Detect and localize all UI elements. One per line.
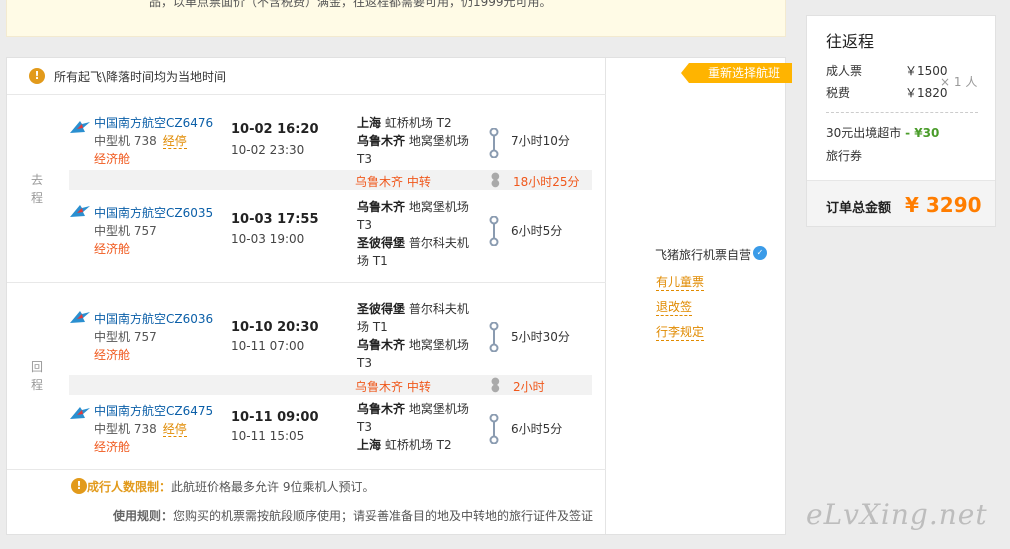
from-city: 乌鲁木齐 <box>357 200 406 214</box>
arrival-time: 10-11 15:05 <box>231 429 305 443</box>
route-info: 上海 虹桥机场 T2 乌鲁木齐 地窝堡机场 T3 <box>357 114 475 168</box>
to-city: 圣彼得堡 <box>357 236 406 250</box>
rebook-button[interactable]: 重新选择航班 <box>681 63 792 83</box>
promo-notice-text: 品，以単点票面价（不含税费）满金，往返程都需要可用，仍1999元可用。 <box>149 0 552 9</box>
return-label: 回程 <box>30 360 43 392</box>
coupon-row: 30元出境超市 - ¥30 <box>826 126 940 140</box>
to-city: 乌鲁木齐 <box>357 338 406 352</box>
cabin-class: 经济舱 <box>94 440 131 454</box>
plane-type: 中型机 738 经停 <box>94 422 187 437</box>
plane-type: 中型机 738 经停 <box>94 134 187 149</box>
arrival-time: 10-03 19:00 <box>231 232 305 246</box>
warning-icon: ! <box>29 68 45 84</box>
airline-name[interactable]: 中国南方航空CZ6476 <box>94 114 213 131</box>
transfer-wait: 18小时25分 <box>513 175 580 189</box>
route-info: 乌鲁木齐 地窝堡机场 T3 上海 虹桥机场 T2 <box>357 400 475 454</box>
transfer-city: 乌鲁木齐 中转 <box>355 175 431 189</box>
airline-name[interactable]: 中国南方航空CZ6475 <box>94 402 213 419</box>
cabin-class: 经济舱 <box>94 152 131 166</box>
airline-name[interactable]: 中国南方航空CZ6035 <box>94 204 213 221</box>
departure-time: 10-03 17:55 <box>231 212 319 227</box>
flight-duration: 6小时5分 <box>511 224 563 238</box>
child-ticket-link[interactable]: 有儿童票 <box>656 274 705 291</box>
flight-duration: 7小时10分 <box>511 134 570 148</box>
arrival-time: 10-11 07:00 <box>231 339 305 353</box>
divider <box>7 282 606 283</box>
warning-icon: ! <box>71 478 87 494</box>
departure-time: 10-11 09:00 <box>231 410 319 425</box>
watermark: eLvXing.net <box>806 498 988 531</box>
to-airport: 虹桥机场 T2 <box>384 438 452 452</box>
from-city: 上海 <box>357 116 382 130</box>
to-city: 乌鲁木齐 <box>357 134 406 148</box>
to-city: 上海 <box>357 438 382 452</box>
route-connector-icon <box>489 322 499 352</box>
route-info: 圣彼得堡 普尔科夫机场 T1 乌鲁木齐 地窝堡机场 T3 <box>357 300 475 372</box>
route-connector-icon <box>489 128 499 158</box>
from-city: 圣彼得堡 <box>357 302 406 316</box>
time-tip-bar: ! 所有起飞\降落时间均为当地时间 <box>7 58 606 95</box>
departure-time: 10-02 16:20 <box>231 122 319 137</box>
outbound-transfer: 乌鲁木齐 中转 ● ● 18小时25分 <box>69 170 592 190</box>
cabin-class: 经济舱 <box>94 242 131 256</box>
price-summary: 往返程 成人票 ￥1500 税费 ￥1820 × 1 人 30元出境超市 - ¥… <box>806 15 996 227</box>
seller-info: 飞猪旅行机票自营 ✓ <box>655 246 768 263</box>
transfer-wait: 2小时 <box>513 380 545 394</box>
from-airport: 虹桥机场 T2 <box>384 116 452 130</box>
usage-rule: 使用规则：您购买的机票需按航段顺序使用；请妥善准备目的地及中转地的旅行证件及签证 <box>113 509 594 523</box>
flight-duration: 6小时5分 <box>511 422 563 436</box>
stopover-link[interactable]: 经停 <box>162 134 187 149</box>
arrival-time: 10-02 23:30 <box>231 143 305 157</box>
transfer-dots-icon: ● ● <box>491 171 500 189</box>
total-value: ¥ 3290 <box>905 193 982 217</box>
passenger-limit: 成行人数限制：此航班价格最多允许 9位乘机人预订。 <box>87 480 375 494</box>
summary-title: 往返程 <box>826 32 875 51</box>
china-southern-logo-icon <box>70 121 90 133</box>
plane-type: 中型机 757 <box>94 330 157 344</box>
airline-name[interactable]: 中国南方航空CZ6036 <box>94 310 213 327</box>
passenger-multiplier: × 1 人 <box>940 75 978 89</box>
divider <box>7 469 606 470</box>
divider <box>826 112 978 113</box>
itinerary-panel: ! 所有起飞\降落时间均为当地时间 去程 中国南方航空CZ6476 中型机 73… <box>6 57 786 535</box>
transfer-dots-icon: ● ● <box>491 376 500 394</box>
china-southern-logo-icon <box>70 407 90 419</box>
flight-list: ! 所有起飞\降落时间均为当地时间 去程 中国南方航空CZ6476 中型机 73… <box>7 58 606 534</box>
verified-icon: ✓ <box>753 246 768 260</box>
flight-duration: 5小时30分 <box>511 330 570 344</box>
adult-ticket-label: 成人票 <box>826 64 863 78</box>
voucher-label: 旅行券 <box>826 149 863 163</box>
route-connector-icon <box>489 414 499 444</box>
transfer-city: 乌鲁木齐 中转 <box>355 380 431 394</box>
baggage-rules-link[interactable]: 行李规定 <box>656 324 705 341</box>
outbound-label: 去程 <box>30 173 43 205</box>
china-southern-logo-icon <box>70 205 90 217</box>
plane-type: 中型机 757 <box>94 224 157 238</box>
tax-label: 税费 <box>826 86 851 100</box>
china-southern-logo-icon <box>70 311 90 323</box>
route-connector-icon <box>489 216 499 246</box>
stopover-link[interactable]: 经停 <box>162 422 187 437</box>
departure-time: 10-10 20:30 <box>231 320 319 335</box>
return-transfer: 乌鲁木齐 中转 ● ● 2小时 <box>69 375 592 395</box>
time-tip-text: 所有起飞\降落时间均为当地时间 <box>54 70 227 84</box>
refund-change-link[interactable]: 退改签 <box>656 299 693 316</box>
route-info: 乌鲁木齐 地窝堡机场 T3 圣彼得堡 普尔科夫机场 T1 <box>357 198 475 270</box>
cabin-class: 经济舱 <box>94 348 131 362</box>
total-label: 订单总金额 <box>826 201 892 216</box>
from-city: 乌鲁木齐 <box>357 402 406 416</box>
promo-notice: 品，以単点票面价（不含税费）满金，往返程都需要可用，仍1999元可用。 <box>6 0 786 37</box>
order-total: 订单总金额 ¥ 3290 <box>807 180 995 226</box>
